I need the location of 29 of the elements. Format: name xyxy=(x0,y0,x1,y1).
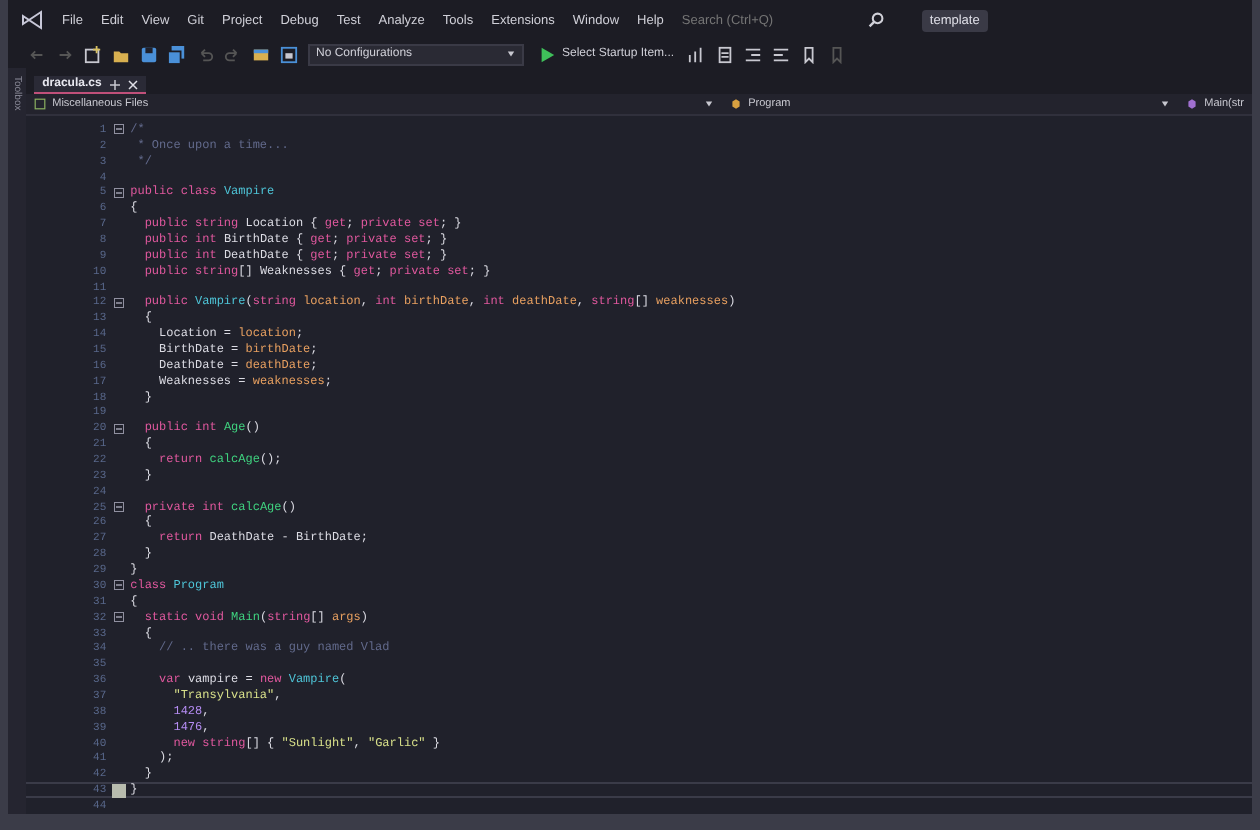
caret-icon[interactable] xyxy=(506,50,516,58)
fold-collapse-icon[interactable] xyxy=(113,187,124,198)
caret-icon[interactable] xyxy=(1160,100,1171,108)
fold-collapse-icon[interactable] xyxy=(113,297,124,308)
new-project-icon[interactable] xyxy=(84,45,102,63)
browser-window-icon[interactable] xyxy=(252,45,270,63)
outdent-icon[interactable] xyxy=(772,45,791,63)
play-icon[interactable] xyxy=(538,45,556,63)
change-marker xyxy=(111,783,126,798)
document-icon[interactable] xyxy=(716,45,735,63)
close-icon[interactable] xyxy=(127,79,138,89)
save-icon[interactable] xyxy=(140,45,158,63)
fold-collapse-icon[interactable] xyxy=(113,502,124,513)
bars-icon[interactable] xyxy=(688,45,707,63)
fold-collapse-icon[interactable] xyxy=(113,124,124,135)
logo-icon xyxy=(20,10,44,30)
save-all-icon[interactable] xyxy=(168,45,186,63)
window-icon[interactable] xyxy=(280,45,298,63)
class-icon[interactable] xyxy=(730,98,743,110)
fold-collapse-icon[interactable] xyxy=(113,612,124,623)
folder-icon xyxy=(112,45,130,63)
search-icon[interactable] xyxy=(867,12,884,28)
file-icon[interactable] xyxy=(34,98,47,110)
caret-icon[interactable] xyxy=(704,100,715,108)
fold-collapse-icon[interactable] xyxy=(113,580,124,591)
indent-icon[interactable] xyxy=(744,45,763,63)
pin-icon[interactable] xyxy=(109,79,120,89)
method-icon[interactable] xyxy=(1186,98,1199,110)
fold-collapse-icon[interactable] xyxy=(113,423,124,434)
